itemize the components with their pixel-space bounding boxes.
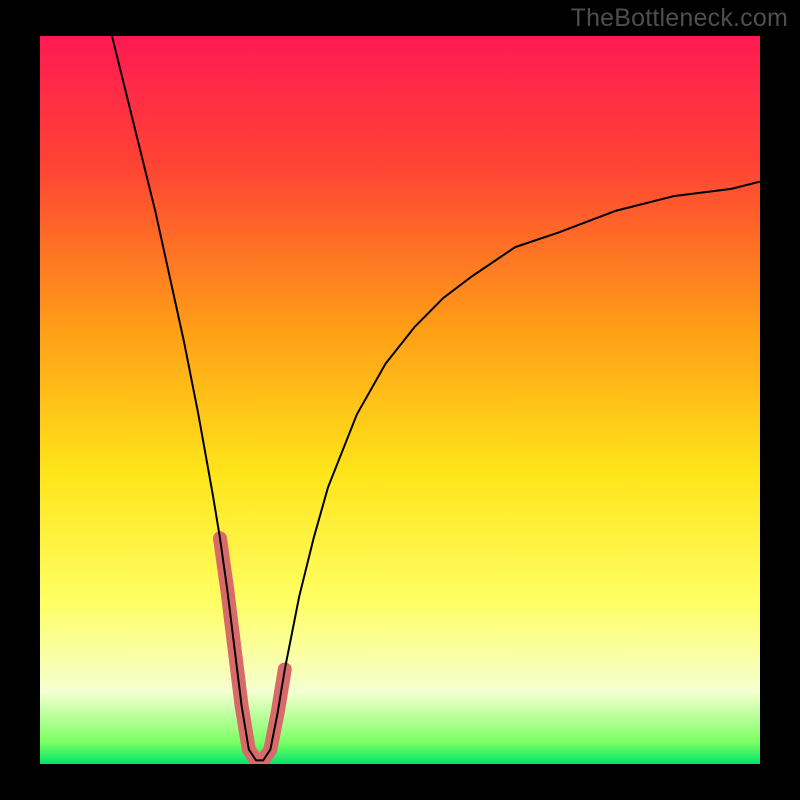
gradient-background <box>40 36 760 764</box>
watermark-text: TheBottleneck.com <box>571 4 788 33</box>
chart-frame: TheBottleneck.com <box>0 0 800 800</box>
plot-area <box>40 36 760 764</box>
chart-svg <box>40 36 760 764</box>
